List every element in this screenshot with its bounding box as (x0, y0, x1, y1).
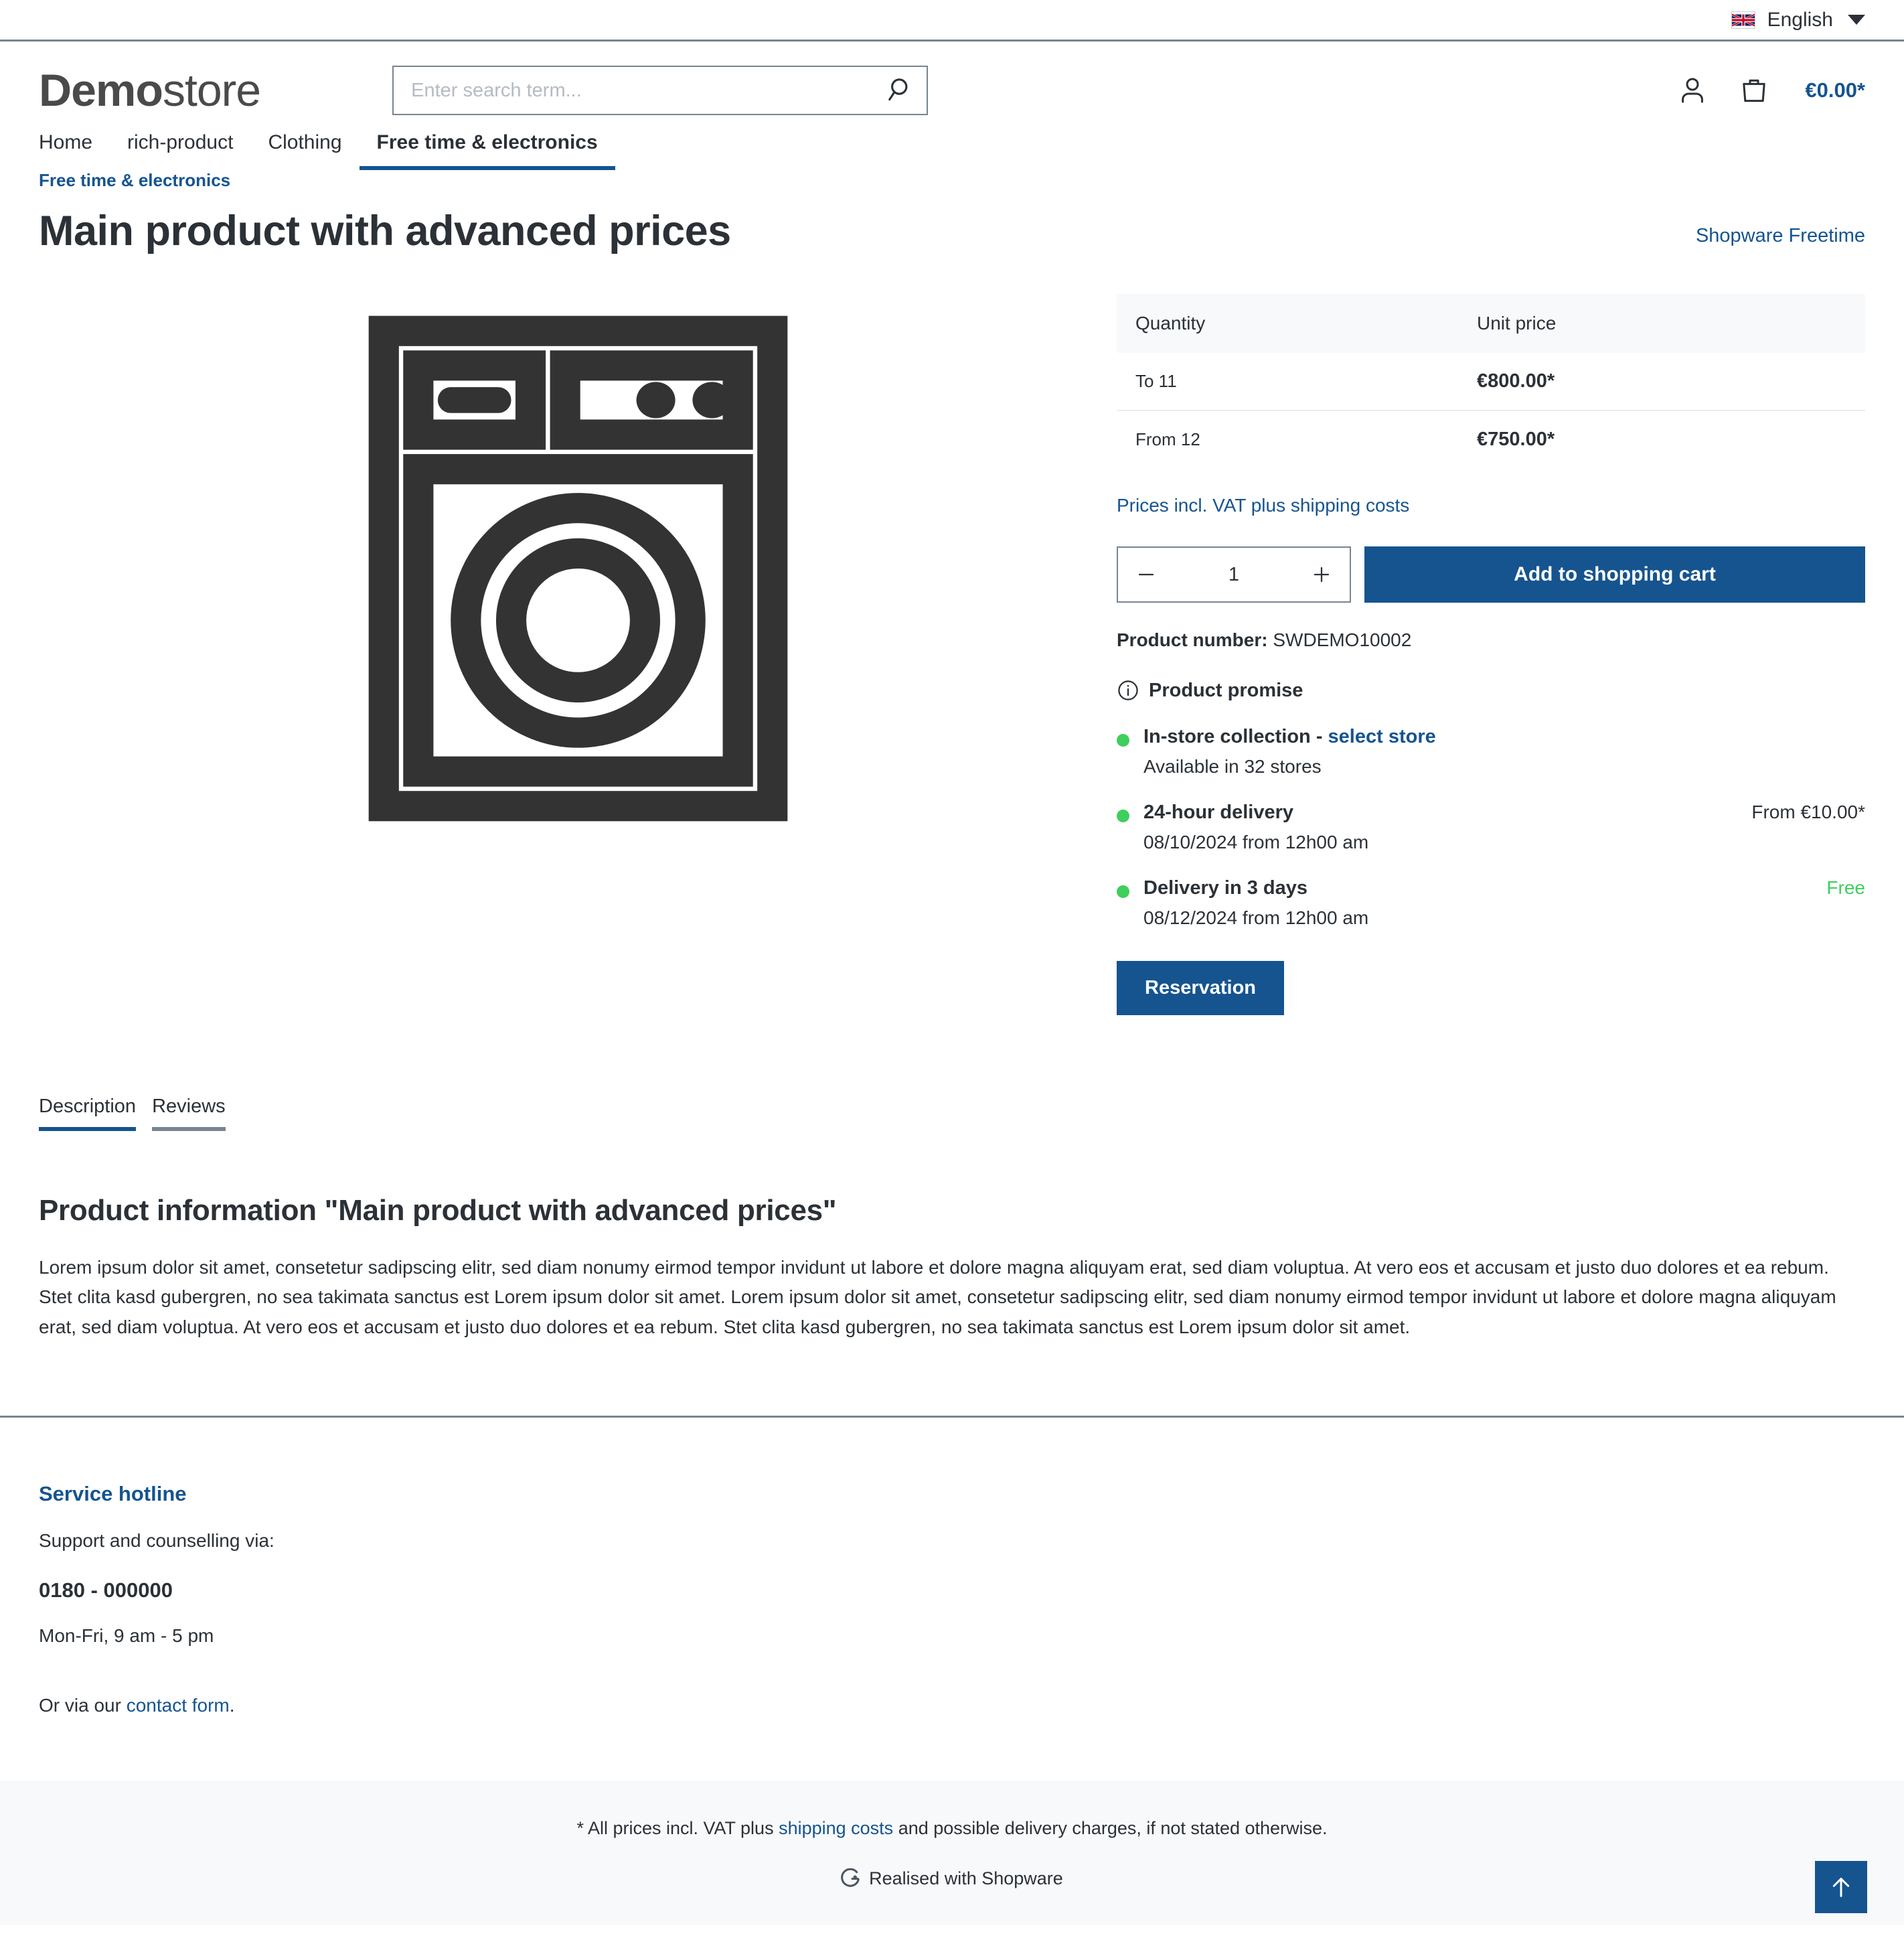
promise-title: Delivery in 3 days (1143, 877, 1308, 899)
nav-item-free-time-electronics[interactable]: Free time & electronics (359, 131, 615, 170)
promise-title-text: In-store collection - (1143, 726, 1328, 748)
site-header: Demostore €0.00* (0, 42, 1904, 121)
language-label: English (1767, 8, 1833, 31)
price-row-quantity: To 11 (1117, 353, 1458, 412)
uk-flag-icon (1731, 11, 1755, 29)
product-promise-label: Product promise (1149, 679, 1303, 701)
promise-price: From €10.00* (1751, 802, 1865, 823)
search-button[interactable] (881, 70, 921, 110)
buy-box: Quantity Unit price To 11 €800.00* From … (1117, 294, 1865, 1016)
quantity-input[interactable] (1174, 563, 1293, 586)
contact-prefix: Or via our (39, 1694, 127, 1716)
main-navigation: Home rich-product Clothing Free time & e… (0, 121, 1904, 170)
description-title: Product information "Main product with a… (39, 1194, 837, 1227)
support-text: Support and counselling via: (39, 1529, 274, 1551)
logo-bold-part: Demo (39, 65, 163, 116)
price-row-quantity: From 12 (1135, 429, 1200, 450)
tab-reviews[interactable]: Reviews (152, 1096, 226, 1132)
vat-suffix: and possible delivery charges, if not st… (893, 1817, 1328, 1838)
shopware-logo-icon (841, 1868, 860, 1887)
contact-form-link[interactable]: contact form (127, 1695, 230, 1716)
shipping-costs-link[interactable]: shipping costs (779, 1818, 893, 1838)
top-bar: English (0, 0, 1904, 42)
header-actions: €0.00* (1676, 74, 1865, 106)
nav-item-rich-product[interactable]: rich-product (110, 131, 250, 170)
manufacturer-link[interactable]: Shopware Freetime (1696, 225, 1865, 254)
promise-price: Free (1826, 877, 1865, 899)
cart-button[interactable] (1738, 74, 1770, 106)
plus-icon (1314, 567, 1330, 583)
scroll-to-top-button[interactable] (1815, 1861, 1867, 1913)
brand-text: Realised with Shopware (869, 1868, 1063, 1888)
product-page: Free time & electronics Main product wit… (0, 170, 1904, 1342)
service-hotline-heading[interactable]: Service hotline (39, 1482, 187, 1505)
product-number: Product number: SWDEMO10002 (1117, 629, 1865, 651)
product-tabs: Description Reviews (39, 1096, 1865, 1132)
breadcrumb[interactable]: Free time & electronics (39, 170, 230, 190)
status-dot-icon (1117, 734, 1129, 747)
nav-item-clothing[interactable]: Clothing (250, 131, 359, 170)
tab-description[interactable]: Description (39, 1096, 137, 1132)
price-table-header-quantity: Quantity (1117, 294, 1458, 354)
promise-title: In-store collection - select store (1143, 726, 1436, 748)
add-to-cart-button[interactable]: Add to shopping cart (1364, 546, 1865, 603)
user-icon (1682, 78, 1704, 103)
language-switcher[interactable]: English (1731, 9, 1865, 31)
washing-machine-icon (368, 315, 787, 822)
advanced-price-table: Quantity Unit price To 11 €800.00* From … (1117, 294, 1865, 468)
footer: Service hotline Support and counselling … (0, 1418, 1904, 1716)
promise-item-24-hour-delivery: 24-hour delivery From €10.00* 08/10/2024… (1117, 802, 1865, 853)
quantity-decrease-button[interactable] (1118, 548, 1174, 601)
product-number-label: Product number: (1117, 629, 1268, 651)
vat-disclaimer: * All prices incl. VAT plus shipping cos… (0, 1818, 1904, 1839)
cart-total[interactable]: €0.00* (1805, 78, 1865, 102)
description-body: Lorem ipsum dolor sit amet, consetetur s… (39, 1257, 1836, 1337)
reservation-button[interactable]: Reservation (1117, 961, 1285, 1016)
promise-title: 24-hour delivery (1143, 802, 1294, 824)
chevron-down-icon (1848, 15, 1865, 25)
product-gallery[interactable] (39, 294, 1117, 830)
info-circle-icon (1118, 680, 1138, 700)
arrow-up-icon (1832, 1878, 1850, 1897)
promise-subtext: 08/12/2024 from 12h00 am (1143, 907, 1369, 929)
nav-item-home[interactable]: Home (21, 131, 110, 170)
page-title: Main product with advanced prices (39, 208, 731, 254)
price-table-header-unit-price: Unit price (1458, 294, 1865, 354)
contact-form-line: Or via our contact form. (39, 1695, 1865, 1716)
contact-suffix: . (229, 1694, 235, 1716)
site-logo[interactable]: Demostore (39, 64, 261, 117)
status-dot-icon (1117, 810, 1129, 823)
vat-shipping-link[interactable]: Prices incl. VAT plus shipping costs (1117, 495, 1865, 516)
status-dot-icon (1117, 885, 1129, 899)
vat-prefix: * All prices incl. VAT plus (576, 1817, 779, 1838)
select-store-link[interactable]: select store (1328, 726, 1436, 747)
product-main: Quantity Unit price To 11 €800.00* From … (39, 294, 1865, 1016)
search-form (392, 66, 929, 115)
shopping-bag-icon (1743, 79, 1766, 102)
quantity-increase-button[interactable] (1293, 548, 1350, 601)
search-icon (888, 78, 908, 101)
price-row-price: €750.00* (1477, 429, 1555, 451)
price-row-price: €800.00* (1458, 353, 1865, 412)
search-input[interactable] (392, 66, 929, 115)
hotline-phone-number: 0180 - 000000 (39, 1578, 173, 1602)
product-number-value: SWDEMO10002 (1273, 629, 1412, 651)
table-row: To 11 €800.00* (1117, 353, 1865, 412)
footer-bottom-bar: * All prices incl. VAT plus shipping cos… (0, 1780, 1904, 1925)
account-button[interactable] (1676, 74, 1709, 106)
promise-subtext: 08/10/2024 from 12h00 am (1143, 832, 1369, 853)
quantity-stepper (1117, 546, 1351, 603)
minus-icon (1138, 573, 1154, 576)
promise-subtext: Available in 32 stores (1143, 756, 1322, 777)
logo-light-part: store (162, 65, 261, 116)
promise-item-in-store-collection: In-store collection - select store Avail… (1117, 726, 1865, 777)
realised-with-shopware: Realised with Shopware (0, 1868, 1904, 1889)
table-row: From 12 €750.00* (1117, 410, 1865, 468)
hotline-hours: Mon-Fri, 9 am - 5 pm (39, 1625, 214, 1646)
product-promise-header: Product promise (1117, 679, 1865, 702)
product-title-row: Main product with advanced prices Shopwa… (39, 208, 1865, 254)
buy-row: Add to shopping cart (1117, 546, 1865, 603)
promise-item-delivery-3-days: Delivery in 3 days Free 08/12/2024 from … (1117, 877, 1865, 929)
price-table-header-row: Quantity Unit price (1117, 294, 1865, 354)
